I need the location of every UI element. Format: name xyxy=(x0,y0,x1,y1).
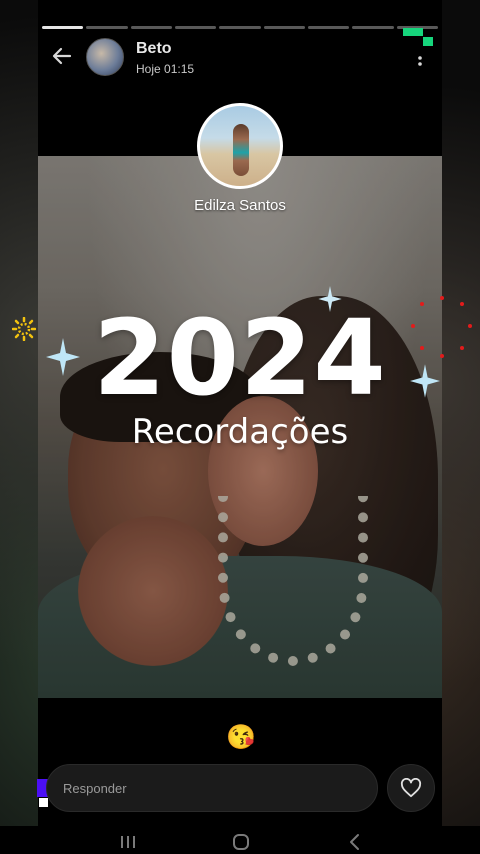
sparkle-icon xyxy=(410,364,440,398)
progress-segment xyxy=(219,26,261,29)
story-timestamp: Hoje 01:15 xyxy=(136,62,195,76)
progress-segment xyxy=(307,26,350,29)
reaction-emoji[interactable]: 😘 xyxy=(226,726,256,750)
back-icon[interactable] xyxy=(343,832,367,852)
tagged-profile-avatar[interactable] xyxy=(197,103,283,189)
sender-avatar[interactable] xyxy=(86,38,124,76)
sender-name[interactable]: Beto xyxy=(136,40,172,58)
story-progress-bar xyxy=(42,26,438,29)
sun-sparkle-icon xyxy=(12,317,36,341)
progress-segment xyxy=(86,26,128,29)
progress-segment xyxy=(130,26,172,29)
progress-segment xyxy=(174,26,217,29)
status-indicator-block xyxy=(403,28,423,36)
profile-photo-figure xyxy=(233,124,249,176)
heart-icon[interactable] xyxy=(387,764,435,812)
sparkle-icon xyxy=(46,338,80,376)
system-nav-bar xyxy=(0,826,480,854)
progress-segment xyxy=(352,26,394,29)
reply-input[interactable]: Responder xyxy=(46,764,378,812)
tagged-profile-name[interactable]: Edilza Santos xyxy=(140,197,340,214)
overlay-indicator-white xyxy=(39,798,48,807)
status-indicator-block xyxy=(423,37,433,46)
progress-segment xyxy=(42,26,84,29)
sparkle-icon xyxy=(318,286,342,312)
more-vertical-icon[interactable] xyxy=(408,44,432,68)
home-icon[interactable] xyxy=(229,832,253,852)
story-header: Beto Hoje 01:15 xyxy=(38,34,442,82)
story-subtitle: Recordações xyxy=(131,412,349,452)
arrow-left-icon[interactable] xyxy=(50,44,74,68)
progress-segment xyxy=(263,26,305,29)
recents-icon[interactable] xyxy=(116,832,140,852)
reply-placeholder: Responder xyxy=(63,781,127,796)
